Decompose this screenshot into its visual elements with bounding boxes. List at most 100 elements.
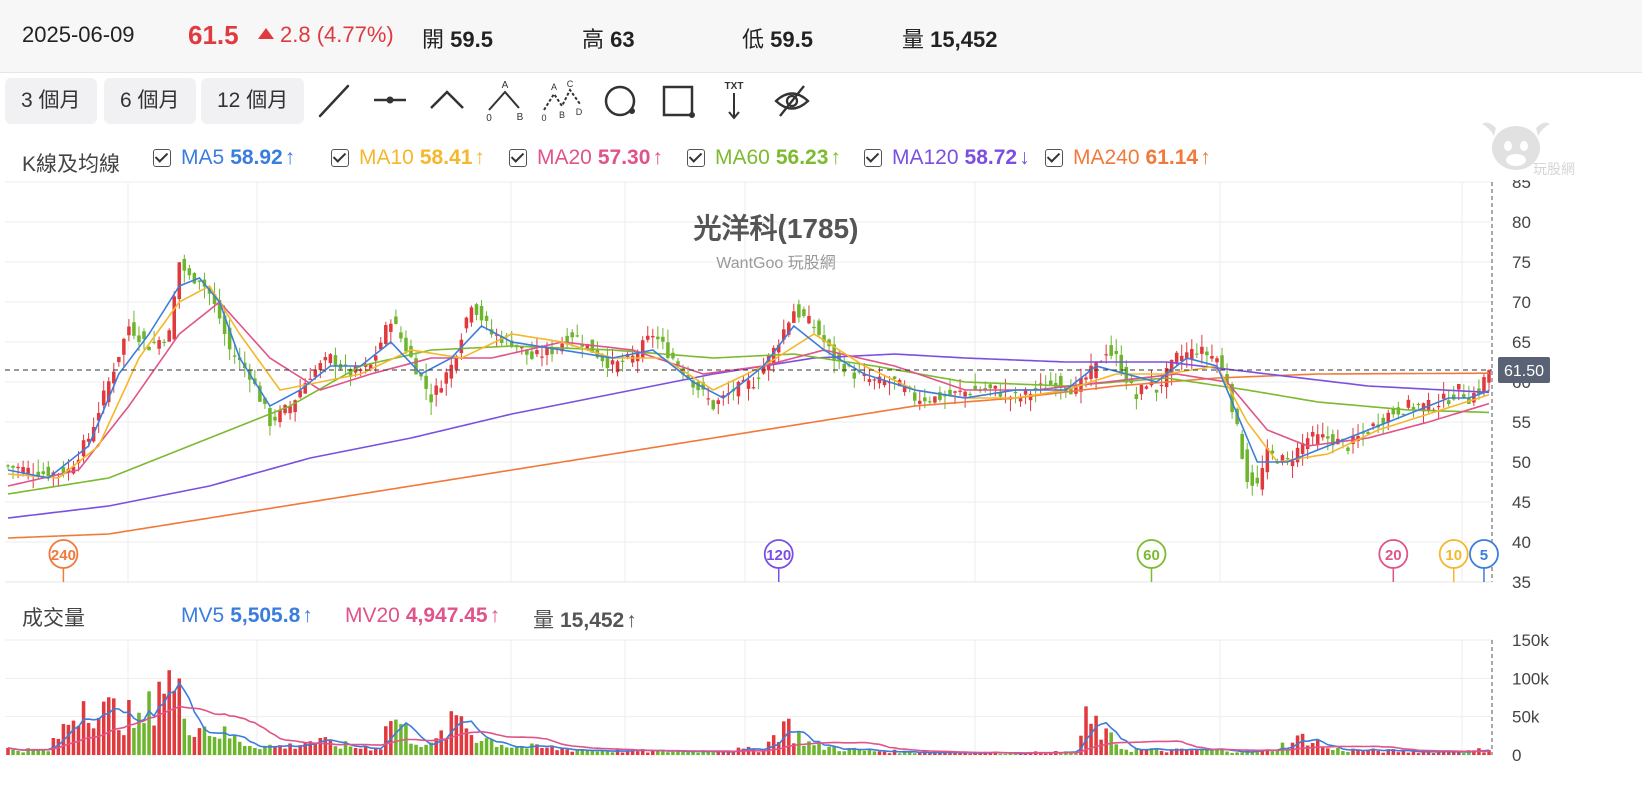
volume-bar bbox=[827, 746, 831, 755]
candle-body bbox=[1436, 405, 1441, 408]
candle-body bbox=[802, 309, 806, 316]
price-axis-tick-label: 45 bbox=[1512, 493, 1531, 512]
volume-bar bbox=[1240, 752, 1244, 755]
abc-pattern-tool-icon[interactable]: A 0 B bbox=[483, 78, 527, 124]
ma60-toggle[interactable]: MA60 56.23↑ bbox=[687, 146, 841, 170]
volume-bar bbox=[1457, 752, 1461, 755]
ma60-arrow-icon: ↑ bbox=[830, 146, 841, 169]
quote-volume-label: 量 bbox=[902, 27, 925, 52]
volume-bar bbox=[21, 752, 25, 755]
period-12m-button[interactable]: 12 個月 bbox=[201, 78, 305, 124]
period-3m-button[interactable]: 3 個月 bbox=[5, 78, 97, 124]
candle-body bbox=[197, 280, 202, 283]
candle-body bbox=[923, 397, 927, 402]
volume-bar bbox=[394, 719, 398, 755]
candle-body bbox=[479, 305, 484, 321]
circle-tool-icon[interactable] bbox=[598, 78, 642, 124]
volume-bar bbox=[817, 742, 821, 755]
volume-bar bbox=[686, 752, 690, 755]
volume-bar bbox=[81, 701, 86, 755]
volume-bar bbox=[837, 751, 841, 755]
volume-bar bbox=[696, 752, 700, 755]
abcd-pattern-tool-icon[interactable]: A C 0 B D bbox=[540, 78, 584, 124]
volume-bar bbox=[222, 726, 227, 755]
angle-tool-icon[interactable] bbox=[425, 78, 469, 124]
candle-body bbox=[948, 389, 952, 396]
hide-drawings-icon[interactable] bbox=[770, 78, 814, 124]
volume-bar bbox=[928, 753, 932, 755]
text-annotation-label: TXT bbox=[725, 81, 744, 92]
volume-bar bbox=[253, 747, 257, 755]
volume-bar bbox=[11, 749, 15, 755]
candle-body bbox=[132, 322, 136, 336]
quote-open: 開 59.5 bbox=[422, 22, 493, 54]
candle-body bbox=[273, 416, 277, 421]
volume-bar bbox=[530, 743, 534, 755]
volume-bar bbox=[489, 739, 494, 755]
volume-bar bbox=[1331, 749, 1335, 755]
ma5-checkbox[interactable] bbox=[153, 149, 171, 167]
volume-bar bbox=[227, 738, 232, 755]
candle-body bbox=[797, 304, 801, 318]
volume-bar bbox=[91, 728, 96, 755]
ma240-checkbox[interactable] bbox=[1045, 149, 1063, 167]
ma240-toggle[interactable]: MA240 61.14↑ bbox=[1045, 146, 1211, 170]
quote-low-value: 59.5 bbox=[770, 27, 813, 52]
ma120-checkbox[interactable] bbox=[864, 149, 882, 167]
volume-bar bbox=[1381, 752, 1385, 755]
abc-pattern-a-label: A bbox=[502, 80, 509, 91]
ma-marker-label: 60 bbox=[1143, 547, 1160, 564]
volume-arrow-icon: ↑ bbox=[626, 609, 637, 632]
ma240-value: 61.14 bbox=[1145, 146, 1199, 169]
candle-body bbox=[328, 354, 333, 364]
abcd-pattern-a-label: A bbox=[551, 82, 557, 92]
candle-body bbox=[167, 330, 171, 342]
logo-text: 玩股網 bbox=[1533, 161, 1575, 177]
candle-body bbox=[278, 409, 282, 423]
volume-bar bbox=[1099, 739, 1103, 755]
volume-bar bbox=[797, 732, 801, 755]
ma20-toggle[interactable]: MA20 57.30↑ bbox=[509, 146, 663, 170]
text-annotation-tool-icon[interactable]: TXT bbox=[712, 78, 756, 124]
volume-axis-tick-label: 100k bbox=[1512, 669, 1549, 688]
candle-body bbox=[872, 379, 877, 381]
ma10-checkbox[interactable] bbox=[331, 149, 349, 167]
candle-body bbox=[177, 262, 182, 300]
candle-body bbox=[570, 332, 574, 338]
volume-legend-title: 成交量 bbox=[22, 607, 85, 630]
price-chart[interactable]: 8580757065605550454035150k100k50k0光洋科(17… bbox=[0, 180, 1642, 800]
volume-bar bbox=[333, 746, 338, 755]
ma-marker-label: 5 bbox=[1480, 547, 1488, 564]
ma10-toggle[interactable]: MA10 58.41↑ bbox=[331, 146, 485, 170]
volume-bar bbox=[1114, 744, 1118, 755]
volume-bar bbox=[1446, 752, 1451, 755]
volume-bar bbox=[540, 747, 544, 755]
quote-price: 61.5 bbox=[188, 20, 239, 50]
volume-bar bbox=[283, 748, 287, 755]
volume-bar bbox=[1225, 751, 1229, 755]
period-6m-button[interactable]: 6 個月 bbox=[104, 78, 196, 124]
candle-body bbox=[540, 356, 544, 358]
ma60-checkbox[interactable] bbox=[687, 149, 705, 167]
horizontal-line-tool-icon[interactable] bbox=[368, 78, 412, 124]
volume-bar bbox=[525, 748, 529, 755]
volume-bar bbox=[565, 749, 569, 755]
quote-low: 低 59.5 bbox=[742, 22, 813, 54]
candle-body bbox=[1159, 384, 1164, 387]
candle-body bbox=[711, 400, 716, 410]
volume-bar bbox=[1164, 752, 1169, 755]
line-tool-icon[interactable] bbox=[312, 78, 356, 124]
volume-bar bbox=[887, 753, 892, 755]
rectangle-tool-icon[interactable] bbox=[656, 78, 700, 124]
ma20-checkbox[interactable] bbox=[509, 149, 527, 167]
volume-bar bbox=[1336, 747, 1340, 755]
ma5-toggle[interactable]: MA5 58.92↑ bbox=[153, 146, 295, 170]
volume-bar bbox=[1230, 752, 1234, 755]
ma120-toggle[interactable]: MA120 58.72↓ bbox=[864, 146, 1030, 170]
up-triangle-icon bbox=[258, 28, 274, 39]
volume-bar bbox=[293, 748, 297, 755]
candle-body bbox=[812, 326, 816, 329]
volume-bar bbox=[484, 738, 489, 755]
quote-volume: 量 15,452 bbox=[902, 22, 997, 54]
candle-body bbox=[656, 336, 660, 340]
